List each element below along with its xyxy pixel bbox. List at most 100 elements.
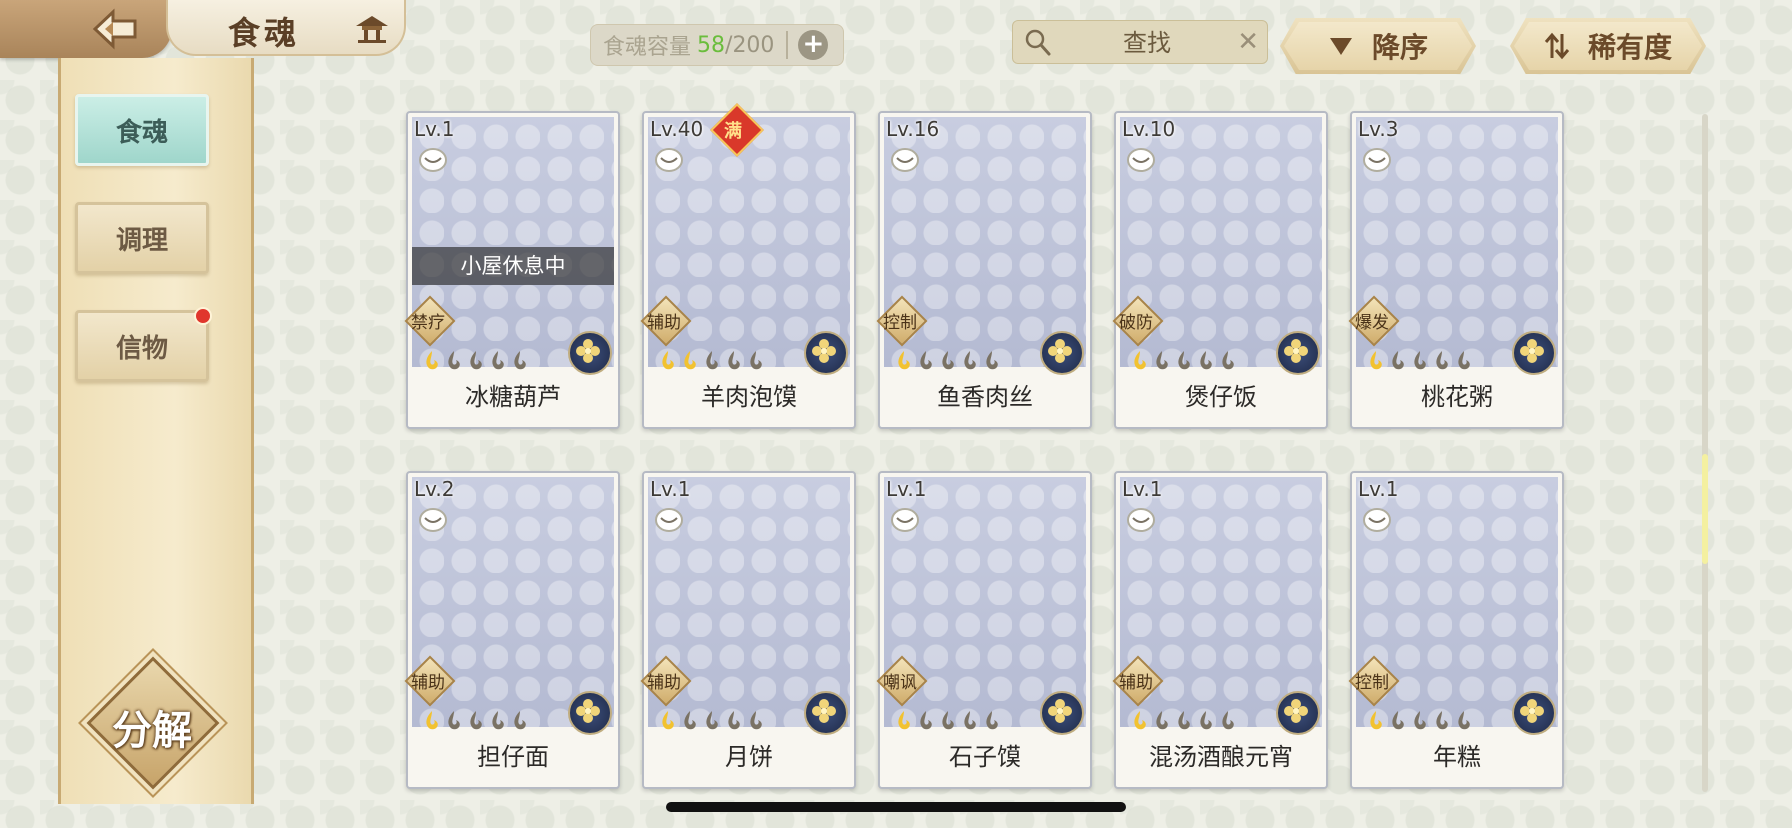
sidebar-item-label: 食魂 [115, 117, 168, 148]
star-rating [1130, 349, 1238, 371]
card-name: 混汤酒酿元宵 [1149, 743, 1293, 771]
bowl-icon [891, 148, 919, 172]
decompose-button[interactable]: 分解 [86, 656, 220, 790]
flame-star-icon [448, 711, 460, 730]
capacity-current: 58 [697, 32, 726, 58]
sort-order-button[interactable]: 降序 [1280, 18, 1476, 74]
role-badge-label: 辅助 [647, 673, 681, 693]
flower-emblem-icon [1048, 699, 1072, 723]
card-level: Lv.3 [1358, 117, 1399, 141]
star-rating [422, 709, 530, 731]
flame-star-icon [728, 351, 740, 370]
back-arrow-icon [92, 8, 137, 50]
flame-star-icon [1134, 711, 1146, 730]
card-name: 鱼香肉丝 [937, 383, 1033, 411]
add-capacity-button[interactable]: + [798, 30, 829, 60]
food-soul-card[interactable]: Lv.2 辅助 担仔面 [404, 471, 620, 789]
card-name: 年糕 [1433, 743, 1481, 771]
food-soul-card[interactable]: Lv.1 控制 年糕 [1348, 471, 1564, 789]
card-level: Lv.1 [1358, 477, 1399, 501]
sort-by-button[interactable]: 稀有度 [1510, 18, 1706, 74]
capacity-indicator: 食魂容量 58 / 200 + [590, 24, 844, 66]
role-badge: 辅助 [404, 655, 456, 707]
sidebar-item-food-souls[interactable]: 食魂 [75, 94, 209, 166]
food-soul-card[interactable]: Lv.16 控制 鱼香肉丝 [876, 111, 1092, 429]
flame-star-icon [986, 711, 998, 730]
card-level: Lv.1 [414, 117, 455, 141]
flame-star-icon [1458, 711, 1470, 730]
capacity-separator: / [725, 32, 733, 58]
card-level: Lv.16 [886, 117, 940, 141]
element-emblem-icon [804, 331, 848, 375]
bowl-icon [1127, 508, 1155, 532]
card-name: 煲仔饭 [1185, 383, 1257, 411]
flame-star-icon [492, 351, 504, 370]
flame-star-icon [1392, 711, 1404, 730]
flame-star-icon [426, 711, 438, 730]
star-rating [894, 349, 1002, 371]
card-level: Lv.1 [650, 477, 691, 501]
flame-star-icon [1156, 351, 1168, 370]
flame-star-icon [1436, 351, 1448, 370]
food-soul-card[interactable]: Lv.1 小屋休息中 禁疗 冰糖葫芦 [404, 111, 620, 429]
role-badge-label: 控制 [883, 313, 917, 333]
sidebar-item-tokens[interactable]: 信物 [75, 307, 212, 382]
bowl-icon [1363, 508, 1391, 532]
flame-star-icon [1200, 351, 1212, 370]
card-name: 冰糖葫芦 [465, 383, 561, 411]
home-indicator[interactable] [666, 802, 1126, 812]
flame-star-icon [942, 351, 954, 370]
role-badge-label: 辅助 [1119, 673, 1153, 693]
search-input[interactable] [1057, 25, 1237, 61]
flame-star-icon [1414, 351, 1426, 370]
food-soul-card[interactable]: Lv.1 嘲讽 石子馍 [876, 471, 1092, 789]
role-badge: 禁疗 [404, 295, 456, 347]
sidebar-item-label: 信物 [115, 333, 168, 364]
scrollbar-thumb[interactable] [1702, 454, 1708, 564]
flame-star-icon [426, 351, 438, 370]
food-soul-card[interactable]: Lv.40 满 辅助 羊肉泡馍 [640, 103, 856, 429]
bowl-icon [419, 148, 447, 172]
flame-star-icon [1370, 711, 1382, 730]
flame-star-icon [1134, 351, 1146, 370]
scrollbar[interactable] [1702, 114, 1708, 792]
flame-star-icon [470, 711, 482, 730]
back-button[interactable] [88, 6, 144, 52]
home-pavilion-icon[interactable] [354, 14, 390, 44]
flower-emblem-icon [1284, 699, 1308, 723]
flame-star-icon [1222, 711, 1234, 730]
capacity-max: 200 [732, 32, 775, 58]
flame-star-icon [514, 351, 526, 370]
flame-star-icon [662, 351, 674, 370]
flower-emblem-icon [1048, 339, 1072, 363]
flame-star-icon [898, 351, 910, 370]
flame-star-icon [1392, 351, 1404, 370]
flower-emblem-icon [812, 699, 836, 723]
triangle-down-icon [1329, 38, 1352, 55]
top-bar: 食魂 食魂容量 58 / 200 + ✕ 降序 [0, 0, 1792, 74]
flame-star-icon [964, 351, 976, 370]
search-icon [1025, 29, 1051, 56]
page-title: 食魂 [228, 14, 301, 52]
flame-star-icon [898, 711, 910, 730]
flame-star-icon [706, 711, 718, 730]
clear-search-icon[interactable]: ✕ [1237, 27, 1259, 57]
food-soul-card[interactable]: Lv.3 爆发 桃花粥 [1348, 111, 1564, 429]
food-soul-card[interactable]: Lv.1 辅助 [1112, 471, 1328, 789]
role-badge: 辅助 [640, 655, 692, 707]
star-rating [422, 349, 530, 371]
role-badge-label: 辅助 [411, 673, 445, 693]
card-level: Lv.10 [1122, 117, 1176, 141]
flame-star-icon [492, 711, 504, 730]
bowl-icon [655, 508, 683, 532]
food-soul-card[interactable]: Lv.1 辅助 [640, 471, 856, 789]
bowl-icon [655, 148, 683, 172]
card-name: 桃花粥 [1421, 383, 1493, 411]
role-badge: 控制 [1348, 655, 1400, 707]
flame-star-icon [942, 711, 954, 730]
sidebar-item-conditioning[interactable]: 调理 [75, 202, 209, 274]
food-soul-card[interactable]: Lv.10 破防 煲仔饭 [1112, 111, 1328, 429]
card-level: Lv.1 [1122, 477, 1163, 501]
role-badge: 爆发 [1348, 295, 1400, 347]
card-name: 月饼 [725, 743, 773, 771]
